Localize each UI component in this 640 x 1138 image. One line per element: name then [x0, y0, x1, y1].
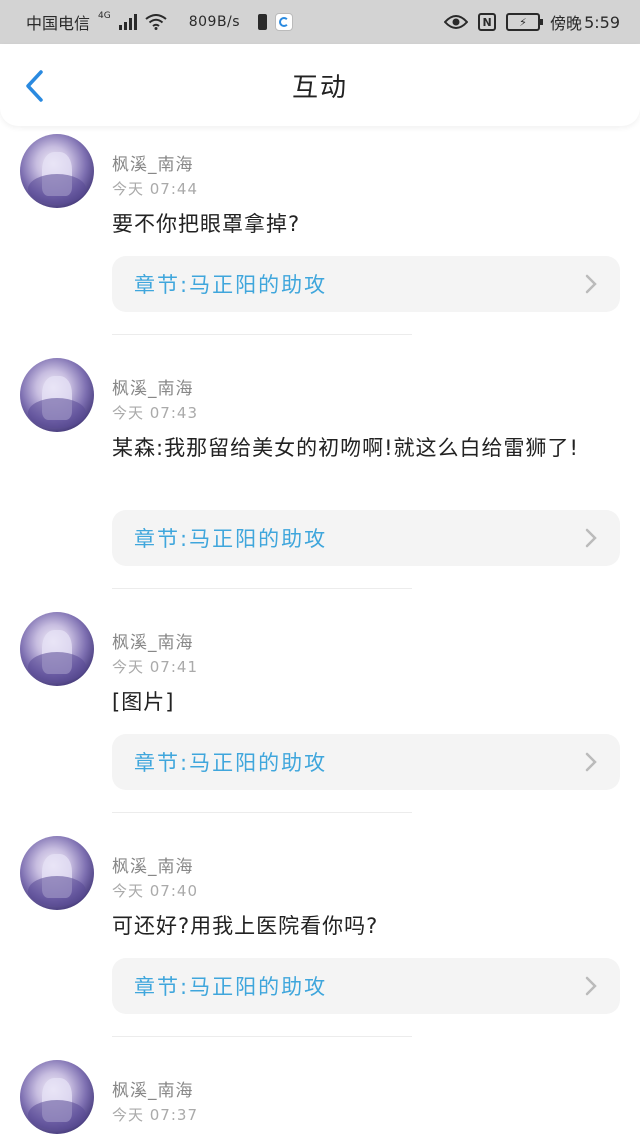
chapter-label: 章节:马正阳的助攻 — [134, 273, 328, 297]
comment-text: 要不你把眼罩拿掉? — [112, 212, 301, 236]
chapter-label: 章节:马正阳的助攻 — [134, 527, 328, 551]
chapter-link[interactable]: 章节:马正阳的助攻 — [112, 734, 620, 790]
chapter-label: 章节:马正阳的助攻 — [134, 975, 328, 999]
chapter-link[interactable]: 章节:马正阳的助攻 — [112, 958, 620, 1014]
username[interactable]: 枫溪_南海 — [112, 1076, 194, 1101]
comment-text: 可还好?用我上医院看你吗? — [112, 914, 379, 938]
page-title: 互动 — [291, 72, 348, 103]
avatar[interactable] — [20, 1060, 94, 1134]
chevron-right-icon — [584, 273, 598, 295]
divider — [112, 588, 412, 589]
username[interactable]: 枫溪_南海 — [112, 150, 194, 175]
eye-icon — [444, 14, 469, 30]
signal-icon — [118, 14, 137, 30]
status-bar-right: N ⚡ 傍晚 5:59 — [444, 10, 620, 34]
timestamp: 今天 07:40 — [112, 882, 198, 900]
divider — [112, 1036, 412, 1037]
username[interactable]: 枫溪_南海 — [112, 374, 194, 399]
clock-label: 5:59 — [584, 12, 620, 32]
status-bar-left: 中国电信 4G 809B/s — [26, 10, 294, 34]
wifi-icon — [145, 14, 167, 30]
network-speed-label: 809B/s — [188, 14, 241, 30]
battery-saver-icon — [258, 14, 268, 30]
timestamp: 今天 07:44 — [112, 180, 198, 198]
chapter-link[interactable]: 章节:马正阳的助攻 — [112, 510, 620, 566]
app-notification-icon — [275, 13, 294, 31]
chevron-right-icon — [584, 751, 598, 773]
timestamp: 今天 07:41 — [112, 658, 198, 676]
nfc-icon: N — [478, 13, 497, 31]
status-bar: 中国电信 4G 809B/s N ⚡ 傍晚 5:59 — [0, 0, 640, 44]
comment-text: 某森:我那留给美女的初吻啊!就这么白给雷狮了! — [112, 436, 579, 460]
avatar[interactable] — [20, 358, 94, 432]
chevron-right-icon — [584, 527, 598, 549]
chapter-link[interactable]: 章节:马正阳的助攻 — [112, 256, 620, 312]
username[interactable]: 枫溪_南海 — [112, 852, 194, 877]
comment-text: [图片] — [112, 690, 175, 714]
network-type-label: 4G — [98, 11, 111, 21]
timestamp: 今天 07:43 — [112, 404, 198, 422]
divider — [112, 334, 412, 335]
time-period-label: 傍晚 — [550, 14, 583, 33]
header-bar: 互动 — [0, 44, 640, 126]
carrier-label: 中国电信 — [26, 14, 91, 33]
divider — [112, 812, 412, 813]
timestamp: 今天 07:37 — [112, 1106, 198, 1124]
battery-charging-icon: ⚡ — [506, 13, 544, 31]
chevron-right-icon — [584, 975, 598, 997]
avatar[interactable] — [20, 612, 94, 686]
avatar[interactable] — [20, 134, 94, 208]
back-button[interactable] — [14, 66, 54, 106]
chapter-label: 章节:马正阳的助攻 — [134, 751, 328, 775]
username[interactable]: 枫溪_南海 — [112, 628, 194, 653]
avatar[interactable] — [20, 836, 94, 910]
chevron-left-icon — [26, 70, 43, 102]
